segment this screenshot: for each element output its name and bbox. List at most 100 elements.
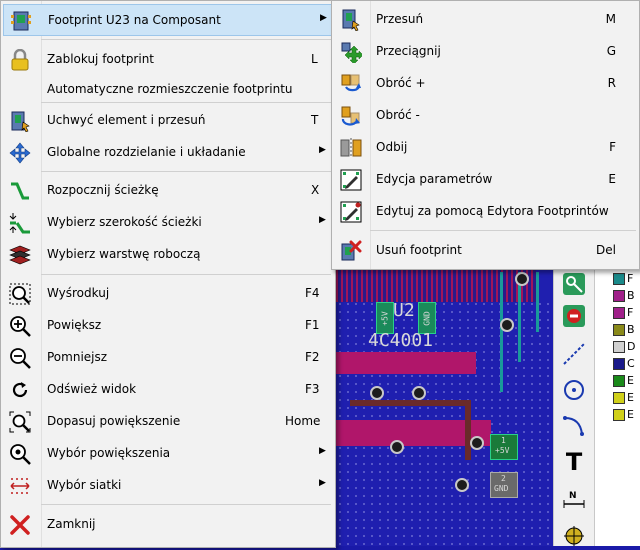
arc-tool-icon[interactable] xyxy=(560,412,588,440)
layer-label: F xyxy=(627,306,634,319)
submenu-item-delete[interactable]: Usuń footprint Del xyxy=(334,235,636,265)
track-icon xyxy=(9,180,31,202)
via xyxy=(515,272,529,286)
submenu-arrow-icon: ▶ xyxy=(320,13,327,23)
layer-swatch[interactable] xyxy=(613,307,625,319)
layer-label: D xyxy=(627,340,636,353)
menu-item-work-layer[interactable]: Wybierz warstwę roboczą xyxy=(3,239,331,269)
pin-label: +5V xyxy=(380,311,390,326)
context-menu: Footprint U23 na Composant ▶ Zablokuj fo… xyxy=(0,0,336,548)
layer-swatch[interactable] xyxy=(613,273,625,285)
via xyxy=(455,478,469,492)
layer-swatch[interactable] xyxy=(613,392,625,404)
submenu-item-move[interactable]: Przesuń M xyxy=(334,4,636,34)
menu-item-lock[interactable]: Zablokuj footprint L xyxy=(3,44,331,74)
menu-item-footprint[interactable]: Footprint U23 na Composant ▶ xyxy=(3,4,333,36)
submenu-arrow-icon: ▶ xyxy=(319,446,326,456)
grab-icon xyxy=(9,110,31,132)
keepout-icon[interactable] xyxy=(560,302,588,330)
menu-item-shortcut: T xyxy=(311,113,319,127)
layer-swatch[interactable] xyxy=(613,290,625,302)
track xyxy=(500,272,503,392)
menu-item-label: Odbij xyxy=(376,140,408,154)
menu-item-center[interactable]: Wyśrodkuj F4 xyxy=(3,278,331,308)
menu-item-refresh[interactable]: Odśwież widok F3 xyxy=(3,374,331,404)
submenu-item-drag[interactable]: Przeciągnij G xyxy=(334,36,636,66)
mirror-icon xyxy=(340,137,362,159)
menu-item-autoplace[interactable]: Automatyczne rozmieszczenie footprintu xyxy=(3,74,331,104)
submenu-item-rotate-plus[interactable]: Obróć + R xyxy=(334,68,636,98)
menu-item-label: Obróć - xyxy=(376,108,420,122)
layer-swatch[interactable] xyxy=(613,375,625,387)
dimension-tool-icon[interactable]: N xyxy=(560,486,588,514)
layer-swatch[interactable] xyxy=(613,358,625,370)
submenu-item-mirror[interactable]: Odbij F xyxy=(334,132,636,162)
footprint-submenu: Przesuń M Przeciągnij G Obróć + R Obróć … xyxy=(331,0,640,270)
menu-item-grab[interactable]: Uchwyć element i przesuń T xyxy=(3,105,331,135)
menu-item-label: Przeciągnij xyxy=(376,44,441,58)
menu-item-label: Pomniejsz xyxy=(47,350,108,364)
zoom-in-icon xyxy=(9,315,31,337)
menu-item-label: Edycja parametrów xyxy=(376,172,493,186)
menu-item-zoom-in[interactable]: Powiększ F1 xyxy=(3,310,331,340)
menu-separator xyxy=(41,171,331,172)
menu-item-shortcut: F xyxy=(609,140,616,154)
menu-item-zoom-out[interactable]: Pomniejsz F2 xyxy=(3,342,331,372)
menu-item-shortcut: M xyxy=(605,12,616,26)
track xyxy=(465,400,471,460)
layers-icon xyxy=(9,244,31,266)
track-width-icon xyxy=(9,212,31,234)
grid-icon xyxy=(9,475,31,497)
menu-item-label: Rozpocznij ścieżkę xyxy=(47,183,159,197)
footprint-icon xyxy=(10,10,32,32)
layer-swatch[interactable] xyxy=(613,324,625,336)
menu-item-grid[interactable]: Wybór siatki ▶ xyxy=(3,470,331,500)
menu-item-shortcut: F4 xyxy=(305,286,320,300)
menu-separator xyxy=(41,102,331,103)
zoom-center-icon xyxy=(9,283,31,305)
move-arrows-icon xyxy=(9,142,31,164)
track xyxy=(350,400,470,406)
submenu-item-rotate-minus[interactable]: Obróć - xyxy=(334,100,636,130)
layer-swatch[interactable] xyxy=(613,409,625,421)
layer-label: E xyxy=(627,374,634,387)
lock-icon xyxy=(9,49,31,71)
layer-label: C xyxy=(627,357,635,370)
menu-item-shortcut: F1 xyxy=(305,318,320,332)
menu-item-shortcut: F3 xyxy=(305,382,320,396)
submenu-item-edit-footprint[interactable]: Edytuj za pomocą Edytora Footprintów xyxy=(334,196,636,226)
menu-item-shortcut: F2 xyxy=(305,350,320,364)
menu-item-zoom-fit[interactable]: Dopasuj powiększenie Home xyxy=(3,406,331,436)
menu-item-close[interactable]: Zamknij xyxy=(3,509,331,539)
pad-plus5v[interactable]: 1 +5V xyxy=(490,434,518,460)
pad-tool-icon[interactable] xyxy=(560,270,588,298)
menu-item-label: Dopasuj powiększenie xyxy=(47,414,181,428)
menu-item-zoom-select[interactable]: Wybór powiększenia ▶ xyxy=(3,438,331,468)
menu-separator xyxy=(41,39,331,40)
via xyxy=(470,436,484,450)
pad-gnd[interactable]: 2 GND xyxy=(490,472,518,498)
menu-item-label: Edytuj za pomocą Edytora Footprintów xyxy=(376,204,609,218)
layer-label: F xyxy=(627,272,634,285)
menu-item-label: Footprint U23 na Composant xyxy=(48,13,221,27)
right-toolbar: T N xyxy=(553,260,594,546)
menu-item-start-track[interactable]: Rozpocznij ścieżkę X xyxy=(3,175,331,205)
layers-panel: FBFBDCEEE xyxy=(594,260,640,546)
layer-swatch[interactable] xyxy=(613,341,625,353)
layer-label: E xyxy=(627,408,634,421)
menu-item-track-width[interactable]: Wybierz szerokość ścieżki ▶ xyxy=(3,207,331,237)
circle-tool-icon[interactable] xyxy=(560,376,588,404)
submenu-arrow-icon: ▶ xyxy=(319,478,326,488)
copper-zone xyxy=(336,352,476,374)
submenu-arrow-icon: ▶ xyxy=(319,215,326,225)
ref-label: U2 xyxy=(393,300,415,321)
menu-item-label: Powiększ xyxy=(47,318,102,332)
menu-separator xyxy=(41,274,331,275)
submenu-item-edit-params[interactable]: Edycja parametrów E xyxy=(334,164,636,194)
menu-item-shortcut: E xyxy=(608,172,616,186)
via xyxy=(500,318,514,332)
text-tool-icon[interactable]: T xyxy=(560,448,588,476)
menu-item-shortcut: G xyxy=(606,44,616,58)
line-tool-icon[interactable] xyxy=(560,340,588,368)
menu-item-spread[interactable]: Globalne rozdzielanie i układanie ▶ xyxy=(3,137,331,167)
